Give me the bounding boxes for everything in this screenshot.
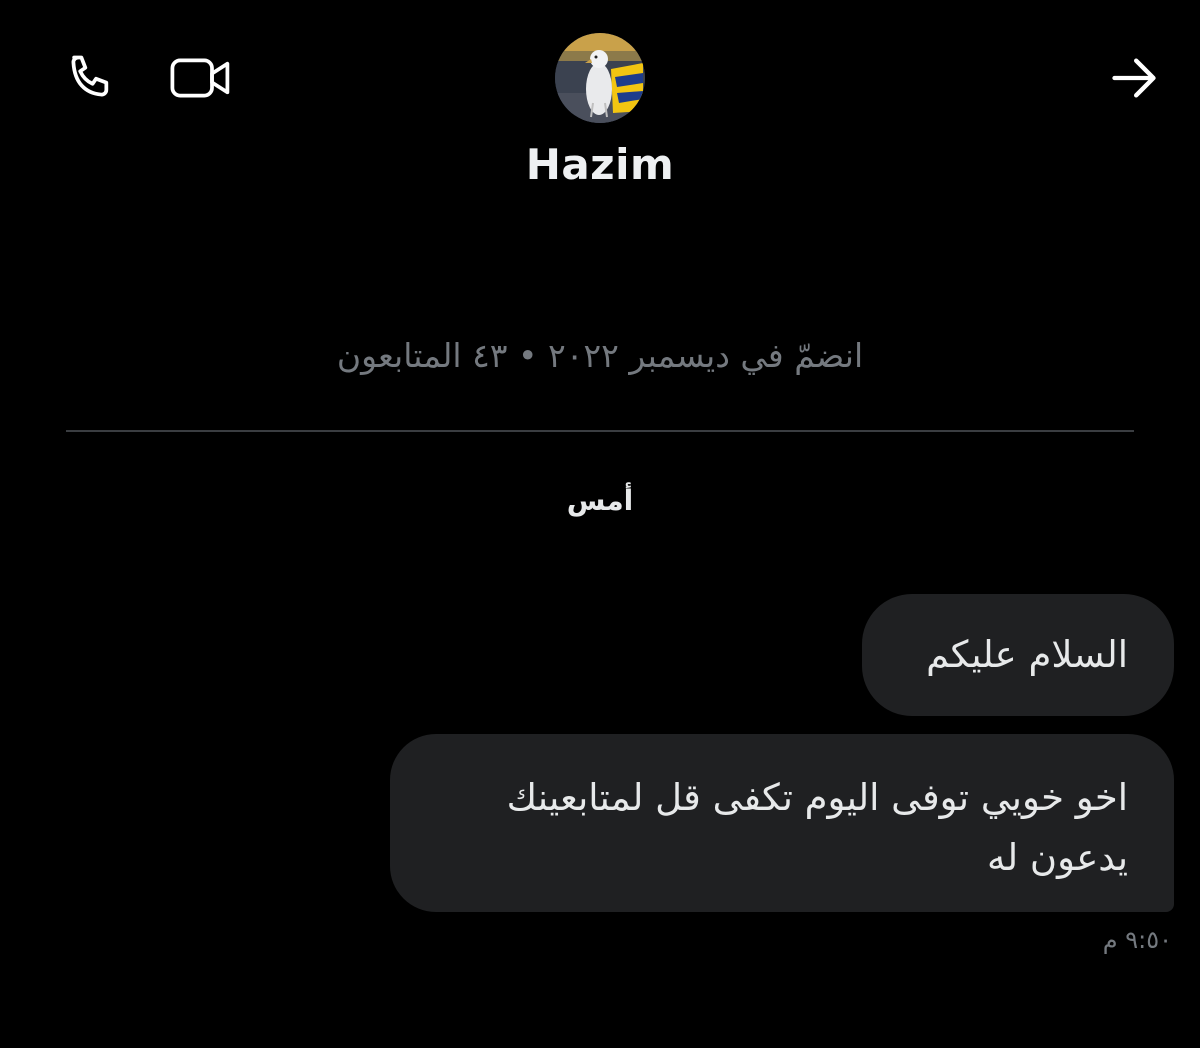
video-camera-icon xyxy=(170,58,230,98)
conversation-username: Hazim xyxy=(525,140,675,189)
call-button[interactable] xyxy=(60,48,120,108)
arrow-right-icon xyxy=(1112,58,1156,98)
date-separator: أمس xyxy=(566,484,634,517)
profile-join-info: انضمّ في ديسمبر ٢٠٢٢ • ٤٣ المتابعون xyxy=(336,336,864,375)
divider xyxy=(66,430,1134,432)
video-call-button[interactable] xyxy=(166,48,236,108)
falcon-avatar-image xyxy=(555,33,645,123)
avatar[interactable] xyxy=(555,33,645,123)
back-button[interactable] xyxy=(1104,48,1164,108)
phone-icon xyxy=(71,55,109,97)
message-timestamp: ٩:٥٠ م xyxy=(1102,926,1172,954)
message-bubble[interactable]: اخو خويي توفى اليوم تكفى قل لمتابعينك يد… xyxy=(390,734,1174,912)
message-bubble[interactable]: السلام عليكم xyxy=(862,594,1174,716)
